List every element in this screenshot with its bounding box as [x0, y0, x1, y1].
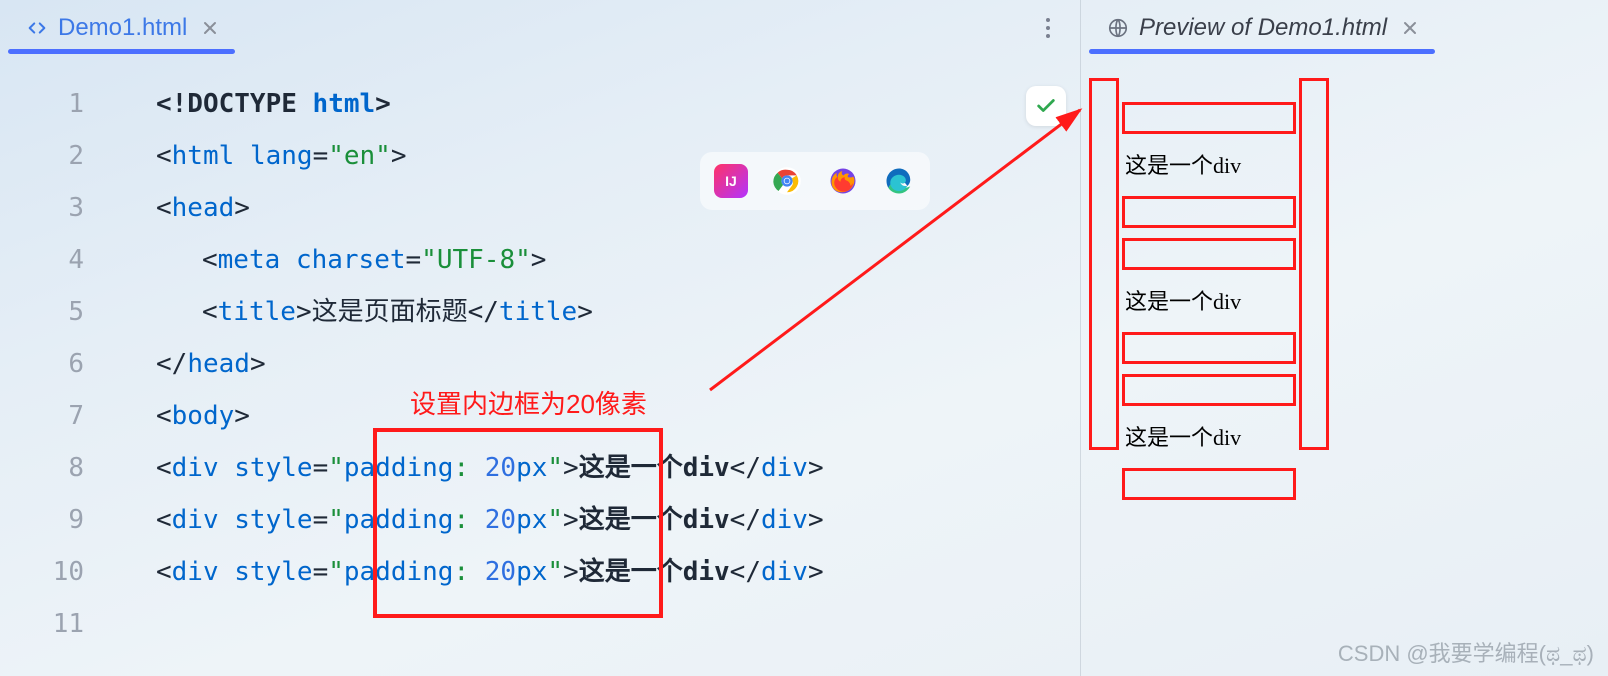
line-number: 5 — [0, 286, 84, 338]
tab-overflow-menu[interactable] — [1034, 14, 1062, 42]
annot-pad-row — [1122, 238, 1296, 270]
line-number: 8 — [0, 442, 84, 494]
tab-title: Demo1.html — [58, 14, 187, 42]
firefox-icon[interactable] — [826, 164, 860, 198]
annot-pad-row — [1122, 332, 1296, 364]
line-number: 7 — [0, 390, 84, 442]
preview-div-text: 这是一个div — [1089, 280, 1329, 322]
line-number: 11 — [0, 598, 84, 650]
tab-demo1[interactable]: Demo1.html — [8, 4, 235, 52]
globe-icon — [1107, 17, 1129, 39]
inspection-ok-icon[interactable] — [1026, 86, 1066, 126]
chrome-icon[interactable] — [770, 164, 804, 198]
editor-tabbar: Demo1.html — [0, 0, 1080, 56]
close-icon[interactable] — [203, 21, 217, 35]
line-number: 4 — [0, 234, 84, 286]
line-gutter: 1 2 3 4 5 6 7 8 9 10 11 — [0, 78, 110, 676]
annotation-text: 设置内边框为20像素 — [410, 384, 647, 421]
preview-tab-title: Preview of Demo1.html — [1139, 14, 1387, 42]
browser-preview-bar: IJ — [700, 152, 930, 210]
annot-pad-row — [1122, 196, 1296, 228]
preview-div-text: 这是一个div — [1089, 144, 1329, 186]
line-number: 3 — [0, 182, 84, 234]
code-file-icon — [26, 17, 48, 39]
annot-pad-row — [1122, 374, 1296, 406]
line-number: 6 — [0, 338, 84, 390]
edge-icon[interactable] — [882, 164, 916, 198]
line-number: 10 — [0, 546, 84, 598]
annot-pad-row — [1122, 468, 1296, 500]
line-number: 1 — [0, 78, 84, 130]
intellij-icon[interactable]: IJ — [714, 164, 748, 198]
preview-div-text: 这是一个div — [1089, 416, 1329, 458]
annot-right-pad-box — [1299, 78, 1329, 450]
tab-preview[interactable]: Preview of Demo1.html — [1089, 4, 1435, 52]
preview-tabbar: Preview of Demo1.html — [1081, 0, 1608, 56]
line-number: 9 — [0, 494, 84, 546]
annot-left-pad-box — [1089, 78, 1119, 450]
close-icon[interactable] — [1403, 21, 1417, 35]
annotation-box — [373, 428, 663, 618]
watermark: CSDN @我要学编程(ಥ_ಥ) — [1338, 636, 1594, 668]
line-number: 2 — [0, 130, 84, 182]
annot-pad-row — [1122, 102, 1296, 134]
preview-pane: 这是一个div 这是一个div 这是一个div — [1081, 56, 1608, 676]
